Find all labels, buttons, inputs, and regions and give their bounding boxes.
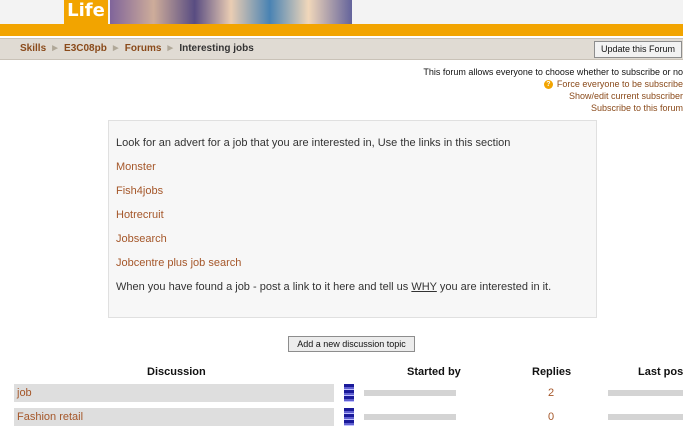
replies-count[interactable]: 0 [548,411,554,423]
forum-intro: Look for an advert for a job that you ar… [108,120,597,318]
intro-footer-emphasis: WHY [411,281,437,293]
show-subscribers-link[interactable]: Show/edit current subscriber [421,90,683,102]
intro-footer-start: When you have found a job - post a link … [116,281,412,293]
last-post-blurred[interactable] [608,390,683,396]
discussion-link[interactable]: Fashion retail [17,411,83,423]
force-subscribe-link[interactable]: Force everyone to be subscribe [557,79,683,89]
last-post-blurred[interactable] [608,414,683,420]
discussion-cell: job [14,384,334,402]
breadcrumb-separator-icon: ► [165,43,176,54]
header-discussion[interactable]: Discussion [147,366,206,378]
help-icon[interactable]: ? [543,80,553,90]
header-started-by[interactable]: Started by [407,366,461,378]
discussion-link[interactable]: job [17,387,32,399]
breadcrumb: Skills ► E3C08pb ► Forums ► Interesting jobs [20,43,254,54]
discussion-cell: Fashion retail [14,408,334,426]
site-logo[interactable]: Life [64,0,108,24]
avatar[interactable] [344,384,354,402]
link-monster[interactable]: Monster [116,161,156,173]
link-fish4jobs[interactable]: Fish4jobs [116,185,163,197]
site-banner: Life [0,0,683,36]
author-name-blurred[interactable] [364,390,456,396]
header-last-post[interactable]: Last pos [638,366,683,378]
link-hotrecruit[interactable]: Hotrecruit [116,209,164,221]
header-replies[interactable]: Replies [532,366,571,378]
link-jobsearch[interactable]: Jobsearch [116,233,167,245]
breadcrumb-current: Interesting jobs [179,43,254,54]
intro-footer: When you have found a job - post a link … [116,281,551,293]
breadcrumb-forums[interactable]: Forums [125,43,162,54]
intro-footer-end: you are interested in it. [436,281,552,293]
banner-strip [0,24,683,36]
table-row: job 2 [14,384,683,402]
add-discussion-button[interactable]: Add a new discussion topic [288,336,415,352]
subscribe-link[interactable]: Subscribe to this forum [421,102,683,114]
update-forum-button[interactable]: Update this Forum [594,41,682,58]
replies-count[interactable]: 2 [548,387,554,399]
subscription-info: This forum allows everyone to choose whe… [423,67,683,77]
breadcrumb-course[interactable]: E3C08pb [64,43,107,54]
avatar[interactable] [344,408,354,426]
subscription-options: This forum allows everyone to choose whe… [421,66,683,114]
link-jobcentre-plus[interactable]: Jobcentre plus job search [116,257,241,269]
intro-text: Look for an advert for a job that you ar… [116,137,511,149]
author-name-blurred[interactable] [364,414,456,420]
navbar: Skills ► E3C08pb ► Forums ► Interesting jobs U… [0,38,683,60]
breadcrumb-separator-icon: ► [110,43,121,54]
table-row: Fashion retail 0 [14,408,683,426]
breadcrumb-separator-icon: ► [50,43,61,54]
breadcrumb-skills[interactable]: Skills [20,43,46,54]
